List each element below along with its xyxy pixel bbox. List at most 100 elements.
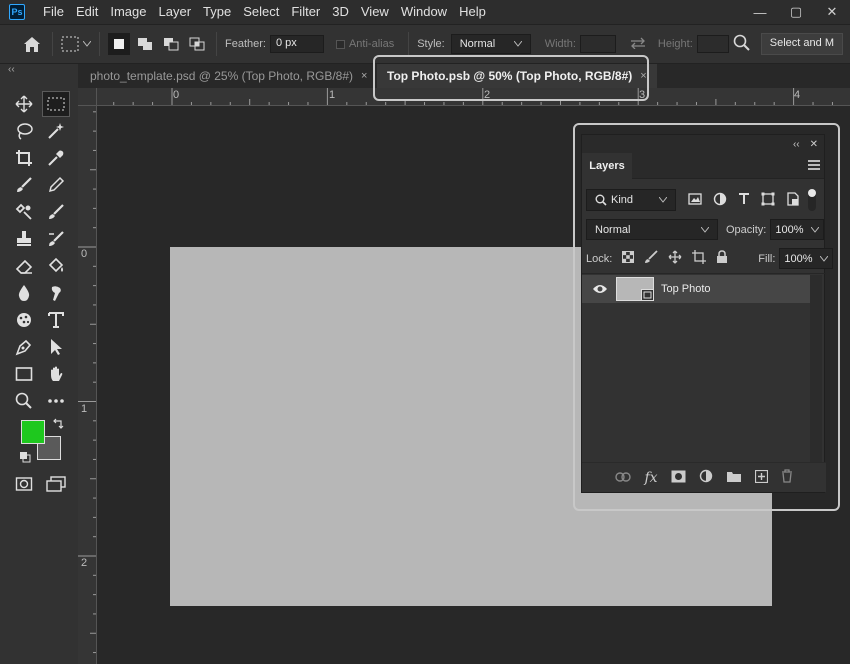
stamp-tool-icon[interactable]: [10, 226, 38, 252]
sponge-tool-icon[interactable]: [10, 307, 38, 333]
filter-toggle[interactable]: [808, 189, 816, 211]
menu-file[interactable]: File: [37, 0, 70, 24]
close-tab-icon[interactable]: ×: [640, 70, 646, 82]
menu-image[interactable]: Image: [104, 0, 152, 24]
chevron-down-icon: [659, 197, 667, 203]
pen-tool-icon[interactable]: [10, 334, 38, 360]
marquee-preset-icon[interactable]: [61, 36, 91, 52]
link-layers-icon[interactable]: [615, 471, 632, 485]
tools-panel: ‹‹: [0, 64, 78, 664]
blur-tool-icon[interactable]: [10, 280, 38, 306]
menu-edit[interactable]: Edit: [70, 0, 104, 24]
add-selection-icon[interactable]: [134, 33, 156, 55]
height-input[interactable]: [696, 35, 729, 53]
default-colors-icon[interactable]: [19, 451, 31, 466]
rectangle-tool-icon[interactable]: [10, 361, 38, 387]
close-button[interactable]: ✕: [814, 0, 850, 24]
new-selection-icon[interactable]: [108, 33, 130, 55]
menu-filter[interactable]: Filter: [285, 0, 326, 24]
subtract-selection-icon[interactable]: [160, 33, 182, 55]
history-brush-tool-icon[interactable]: [42, 226, 70, 252]
close-panel-icon[interactable]: ✕: [810, 139, 818, 150]
panel-menu-icon[interactable]: [808, 160, 820, 172]
maximize-button[interactable]: ▢: [778, 0, 814, 24]
filter-shape-icon[interactable]: [761, 192, 775, 209]
filter-kind-select[interactable]: Kind: [586, 189, 676, 211]
magic-wand-tool-icon[interactable]: [42, 118, 70, 144]
foreground-color-swatch[interactable]: [21, 420, 45, 444]
screen-mode-icon[interactable]: [42, 471, 70, 497]
filter-adjustment-icon[interactable]: [713, 192, 727, 209]
clone-stamp-tool-icon[interactable]: [10, 199, 38, 225]
width-input[interactable]: [579, 35, 616, 53]
move-tool-icon[interactable]: [10, 91, 38, 117]
swap-colors-icon[interactable]: [52, 418, 64, 433]
menu-layer[interactable]: Layer: [153, 0, 198, 24]
opacity-input[interactable]: 100%: [770, 219, 825, 240]
horizontal-ruler[interactable]: 0 1 2 3 4: [97, 88, 850, 106]
vertical-ruler[interactable]: 0 1 2: [78, 106, 97, 664]
select-and-mask-button[interactable]: Select and M: [760, 33, 843, 55]
tab-photo-template[interactable]: photo_template.psd @ 25% (Top Photo, RGB…: [80, 64, 378, 88]
filter-pixel-icon[interactable]: [688, 192, 702, 208]
crop-tool-icon[interactable]: [10, 145, 38, 171]
hand-tool-icon[interactable]: [42, 361, 70, 387]
close-tab-icon[interactable]: ×: [361, 70, 367, 82]
rectangular-marquee-tool-icon[interactable]: [42, 91, 70, 117]
tab-layers[interactable]: Layers: [582, 153, 632, 179]
layer-name[interactable]: Top Photo: [661, 283, 711, 295]
brush-tool-icon[interactable]: [10, 172, 38, 198]
filter-smart-object-icon[interactable]: [786, 191, 800, 209]
layer-row[interactable]: Top Photo: [582, 275, 810, 303]
zoom-tool-icon[interactable]: [10, 388, 38, 414]
fx-icon[interactable]: fx: [644, 470, 657, 486]
style-select[interactable]: Normal: [450, 34, 531, 54]
pencil-tool-icon[interactable]: [42, 172, 70, 198]
feather-input[interactable]: 0 px: [269, 35, 324, 53]
intersect-selection-icon[interactable]: [186, 33, 208, 55]
lock-artboard-icon[interactable]: [692, 250, 707, 267]
lock-position-icon[interactable]: [668, 250, 682, 267]
lock-transparent-icon[interactable]: [622, 251, 635, 266]
swap-dimensions-icon[interactable]: [630, 37, 646, 52]
healing-brush-tool-icon[interactable]: [42, 199, 70, 225]
new-layer-icon[interactable]: [754, 469, 768, 486]
more-tools-icon[interactable]: [42, 388, 70, 414]
minimize-button[interactable]: —: [742, 0, 778, 24]
width-label: Width:: [544, 38, 576, 50]
collapse-toolbar-icon[interactable]: ‹‹: [8, 64, 15, 75]
lasso-tool-icon[interactable]: [10, 118, 38, 144]
layers-scrollbar[interactable]: [810, 275, 822, 465]
divider: [99, 32, 100, 56]
search-icon[interactable]: [733, 34, 751, 55]
eyedropper-tool-icon[interactable]: [42, 145, 70, 171]
filter-type-icon[interactable]: [738, 192, 750, 208]
menu-type[interactable]: Type: [197, 0, 237, 24]
path-selection-tool-icon[interactable]: [42, 334, 70, 360]
menu-view[interactable]: View: [355, 0, 395, 24]
paint-bucket-tool-icon[interactable]: [42, 253, 70, 279]
visibility-eye-icon[interactable]: [592, 283, 608, 298]
type-tool-icon[interactable]: [42, 307, 70, 333]
home-icon[interactable]: [20, 32, 44, 56]
smudge-tool-icon[interactable]: [42, 280, 70, 306]
menu-select[interactable]: Select: [237, 0, 285, 24]
blend-mode-select[interactable]: Normal: [586, 219, 718, 240]
add-mask-icon[interactable]: [671, 470, 686, 486]
eraser-tool-icon[interactable]: [10, 253, 38, 279]
photoshop-logo-icon[interactable]: Ps: [9, 4, 25, 20]
new-group-folder-icon[interactable]: [726, 470, 742, 486]
lock-all-icon[interactable]: [716, 250, 728, 267]
quick-mask-icon[interactable]: [10, 471, 38, 497]
collapse-panel-icon[interactable]: ‹‹: [793, 139, 800, 150]
fill-input[interactable]: 100%: [779, 248, 834, 269]
menu-help[interactable]: Help: [453, 0, 492, 24]
adjustment-layer-icon[interactable]: [699, 469, 713, 486]
menu-window[interactable]: Window: [395, 0, 453, 24]
tab-top-photo[interactable]: Top Photo.psb @ 50% (Top Photo, RGB/8#) …: [377, 64, 657, 88]
lock-image-icon[interactable]: [644, 250, 658, 267]
delete-layer-trash-icon[interactable]: [781, 469, 793, 486]
menu-3d[interactable]: 3D: [326, 0, 355, 24]
fill-value: 100%: [784, 252, 813, 265]
antialias-checkbox[interactable]: [335, 39, 345, 49]
